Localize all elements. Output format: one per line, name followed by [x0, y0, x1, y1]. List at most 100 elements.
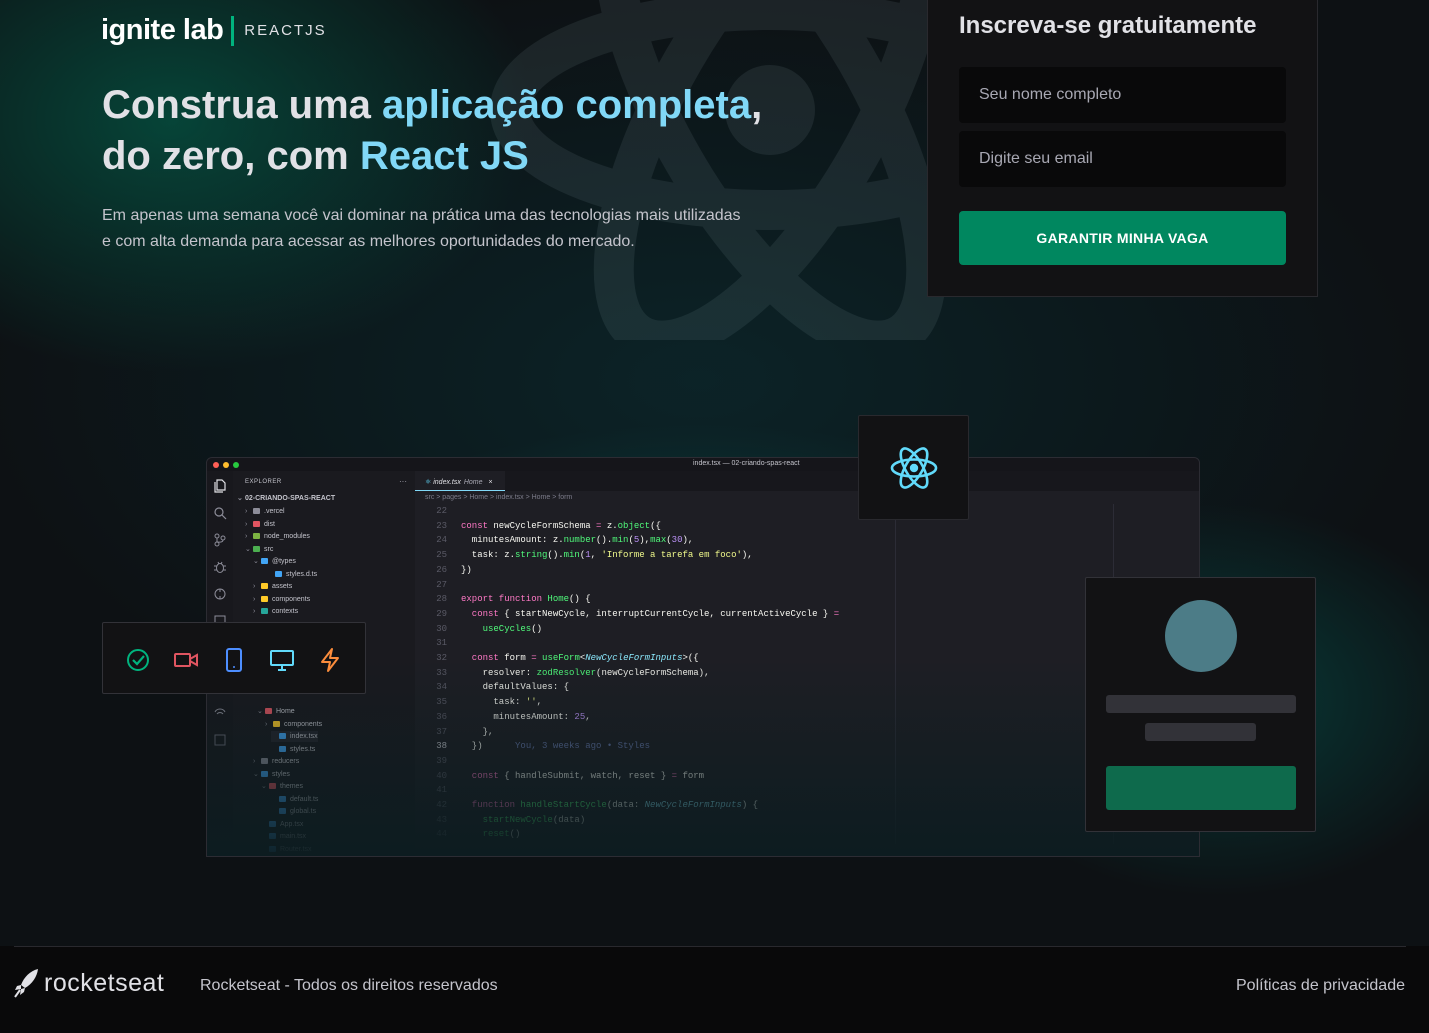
headline-highlight: aplicação completa — [382, 83, 752, 127]
tab-hint: Home — [463, 479, 483, 486]
code-line: 25 task: z.string().min(1, 'Informe a ta… — [415, 548, 753, 562]
line-number: 38 — [436, 741, 447, 752]
code-line: 30 useCycles() — [415, 622, 542, 636]
code-line: 22 — [415, 504, 461, 518]
file-type-icon — [269, 820, 276, 827]
rocketseat-wordmark: rocketseat — [44, 968, 165, 997]
tree-item-label: themes — [280, 783, 303, 790]
line-number: 37 — [436, 726, 447, 737]
video-camera-icon[interactable] — [173, 647, 199, 673]
code-line: 33 resolver: zodResolver(newCycleFormSch… — [415, 666, 709, 680]
tree-item[interactable]: › node_modules — [245, 531, 310, 542]
tree-item[interactable]: ⌄ Home — [257, 706, 295, 717]
chevron-icon: › — [265, 720, 268, 728]
tab-index-tsx[interactable]: ⚛ index.tsx Home × — [415, 471, 505, 491]
footer: rocketseat Rocketseat - Todos os direito… — [0, 946, 1429, 1033]
chevron-icon: › — [253, 595, 256, 603]
line-number: 44 — [436, 829, 447, 840]
email-input[interactable] — [959, 131, 1286, 187]
explorer-title: EXPLORER — [245, 479, 282, 485]
maximize-dot — [233, 462, 239, 468]
tree-item[interactable]: global.ts — [271, 806, 316, 817]
line-number: 27 — [436, 579, 447, 590]
submit-button[interactable]: GARANTIR MINHA VAGA — [959, 211, 1286, 265]
code-line: 23 const newCycleFormSchema = z.object({ — [415, 519, 661, 533]
chevron-icon: › — [245, 520, 248, 528]
full-name-input[interactable] — [959, 67, 1286, 123]
logo-divider — [231, 15, 235, 46]
extensions-icon — [214, 588, 226, 600]
chevron-icon: ⌄ — [257, 708, 263, 715]
chevron-icon: › — [253, 758, 256, 765]
line-number: 25 — [436, 550, 447, 561]
tablet-icon[interactable] — [221, 647, 247, 673]
file-type-icon — [279, 733, 286, 740]
tree-item[interactable]: ⌄ themes — [261, 781, 303, 792]
tree-item-label: node_modules — [264, 533, 310, 540]
tree-item[interactable]: main.tsx — [261, 831, 306, 842]
lightning-icon[interactable] — [317, 647, 343, 673]
tab-close-icon[interactable]: × — [489, 479, 493, 486]
line-number: 32 — [436, 653, 447, 663]
line-number: 43 — [436, 814, 447, 825]
file-type-icon — [279, 795, 286, 802]
privacy-policy-link[interactable]: Políticas de privacidade — [1236, 977, 1405, 995]
code-line: 31 — [415, 636, 461, 650]
hero-headline: Construa uma aplicação completa, do zero… — [102, 80, 822, 182]
project-root[interactable]: ⌄ 02-CRIANDO-SPAS-REACT — [237, 493, 335, 504]
file-type-icon — [269, 833, 276, 840]
tree-item-label: main.tsx — [280, 833, 307, 840]
tree-item[interactable]: › dist — [245, 519, 275, 530]
file-type-icon — [261, 595, 268, 602]
file-type-icon — [265, 708, 272, 715]
files-icon — [214, 479, 226, 493]
line-number: 28 — [436, 594, 447, 605]
tree-item-label: .vercel — [264, 508, 285, 515]
line-number: 33 — [436, 667, 447, 678]
file-type-icon — [273, 720, 280, 727]
tree-item[interactable]: › reducers — [253, 756, 299, 767]
panel-icon — [214, 734, 226, 746]
tree-item-label: assets — [272, 583, 293, 590]
tree-item[interactable]: styles.d.ts — [267, 569, 317, 580]
file-type-icon — [253, 520, 260, 527]
rocket-icon — [14, 969, 38, 998]
tree-item-label: reducers — [272, 758, 300, 765]
tree-item-label: index.tsx — [290, 733, 318, 740]
tree-item[interactable]: ⌄ @types — [253, 556, 296, 567]
tree-item[interactable]: › contexts — [253, 606, 298, 617]
file-type-icon — [275, 570, 282, 577]
react-file-icon: ⚛ — [425, 479, 432, 486]
tree-item[interactable]: › components — [265, 719, 322, 730]
chevron-icon: ⌄ — [253, 770, 259, 778]
line-number: 30 — [436, 623, 447, 634]
chevron-icon: › — [245, 533, 248, 540]
tree-item[interactable]: › components — [253, 594, 310, 605]
explorer-more-button[interactable]: ··· — [399, 477, 407, 486]
code-area[interactable]: 22 23 const newCycleFormSchema = z.object(… — [415, 504, 1199, 856]
monitor-icon[interactable] — [269, 647, 295, 673]
copyright-text: Rocketseat - Todos os direitos reservado… — [200, 977, 498, 994]
source-control-icon — [214, 533, 226, 547]
tree-item[interactable]: ⌄ src — [245, 544, 273, 555]
tree-item[interactable]: index.tsx — [271, 731, 318, 742]
ignite-lab-logo[interactable]: ignite lab REACTJS — [101, 14, 327, 47]
tree-item[interactable]: styles.ts — [271, 744, 315, 755]
line-number: 41 — [436, 785, 447, 796]
tree-item[interactable]: Router.tsx — [261, 844, 312, 855]
tree-item[interactable]: › .vercel — [245, 506, 285, 517]
signup-card: Inscreva-se gratuitamente GARANTIR MINHA… — [927, 0, 1318, 297]
file-type-icon — [261, 583, 268, 590]
tree-item[interactable]: default.ts — [271, 794, 318, 805]
check-circle-icon[interactable] — [125, 647, 151, 673]
tree-item[interactable]: ⌄ styles — [253, 769, 290, 780]
code-line: 36 minutesAmount: 25, — [415, 710, 590, 724]
chevron-icon: › — [253, 608, 256, 615]
code-line: 35 task: '', — [415, 695, 542, 709]
rocketseat-logo[interactable]: rocketseat — [14, 968, 164, 998]
tree-item[interactable]: App.tsx — [261, 819, 303, 830]
line-number: 39 — [436, 755, 447, 766]
tree-item-label: Router.tsx — [280, 845, 312, 853]
tree-item[interactable]: › assets — [253, 581, 292, 592]
code-line: 37 }, — [415, 725, 493, 739]
